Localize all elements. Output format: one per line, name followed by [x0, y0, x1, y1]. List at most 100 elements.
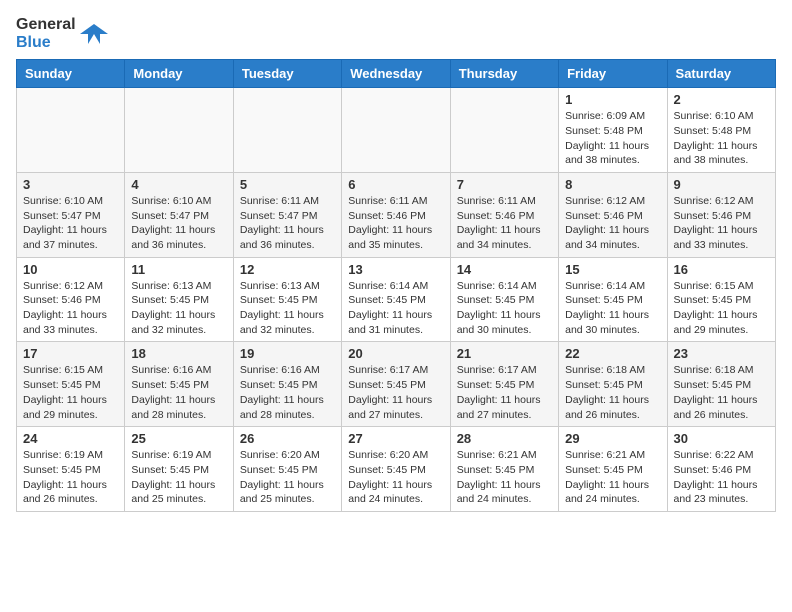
day-info: Sunrise: 6:21 AM Sunset: 5:45 PM Dayligh…: [565, 448, 660, 507]
day-number: 13: [348, 262, 443, 277]
calendar-day-cell: 27 Sunrise: 6:20 AM Sunset: 5:45 PM Dayli…: [342, 427, 450, 512]
calendar-day-cell: 1 Sunrise: 6:09 AM Sunset: 5:48 PM Daylig…: [559, 88, 667, 173]
day-number: 24: [23, 431, 118, 446]
day-number: 27: [348, 431, 443, 446]
day-of-week-header: Monday: [125, 60, 233, 88]
day-info: Sunrise: 6:14 AM Sunset: 5:45 PM Dayligh…: [565, 279, 660, 338]
calendar-day-cell: 16 Sunrise: 6:15 AM Sunset: 5:45 PM Dayli…: [667, 257, 775, 342]
day-of-week-header: Sunday: [17, 60, 125, 88]
calendar-day-cell: 24 Sunrise: 6:19 AM Sunset: 5:45 PM Dayli…: [17, 427, 125, 512]
day-info: Sunrise: 6:19 AM Sunset: 5:45 PM Dayligh…: [131, 448, 226, 507]
logo-bird-icon: [80, 20, 108, 48]
calendar-day-cell: 19Sunrise: 6:16 AM Sunset: 5:45 PM Dayli…: [233, 342, 341, 427]
day-info: Sunrise: 6:13 AM Sunset: 5:45 PM Dayligh…: [240, 279, 335, 338]
day-number: 9: [674, 177, 769, 192]
day-info: Sunrise: 6:12 AM Sunset: 5:46 PM Dayligh…: [565, 194, 660, 253]
day-info: Sunrise: 6:22 AM Sunset: 5:46 PM Dayligh…: [674, 448, 769, 507]
day-number: 10: [23, 262, 118, 277]
calendar-day-cell: 28 Sunrise: 6:21 AM Sunset: 5:45 PM Dayli…: [450, 427, 558, 512]
calendar-day-cell: 5 Sunrise: 6:11 AM Sunset: 5:47 PM Daylig…: [233, 172, 341, 257]
day-number: 2: [674, 92, 769, 107]
day-number: 3: [23, 177, 118, 192]
calendar-day-cell: 18Sunrise: 6:16 AM Sunset: 5:45 PM Dayli…: [125, 342, 233, 427]
day-info: Sunrise: 6:20 AM Sunset: 5:45 PM Dayligh…: [240, 448, 335, 507]
calendar-day-cell: 3 Sunrise: 6:10 AM Sunset: 5:47 PM Daylig…: [17, 172, 125, 257]
day-number: 22: [565, 346, 660, 361]
calendar-day-cell: 21 Sunrise: 6:17 AM Sunset: 5:45 PM Dayli…: [450, 342, 558, 427]
day-info: Sunrise: 6:18 AM Sunset: 5:45 PM Dayligh…: [565, 363, 660, 422]
calendar-day-cell: 12 Sunrise: 6:13 AM Sunset: 5:45 PM Dayli…: [233, 257, 341, 342]
calendar-day-cell: 14 Sunrise: 6:14 AM Sunset: 5:45 PM Dayli…: [450, 257, 558, 342]
day-info: Sunrise: 6:19 AM Sunset: 5:45 PM Dayligh…: [23, 448, 118, 507]
calendar-day-cell: 26 Sunrise: 6:20 AM Sunset: 5:45 PM Dayli…: [233, 427, 341, 512]
day-of-week-header: Wednesday: [342, 60, 450, 88]
calendar-day-cell: 17 Sunrise: 6:15 AM Sunset: 5:45 PM Dayli…: [17, 342, 125, 427]
day-number: 25: [131, 431, 226, 446]
day-info: Sunrise: 6:11 AM Sunset: 5:47 PM Dayligh…: [240, 194, 335, 253]
day-number: 30: [674, 431, 769, 446]
calendar-week-row: 10Sunrise: 6:12 AM Sunset: 5:46 PM Dayli…: [17, 257, 776, 342]
day-number: 18: [131, 346, 226, 361]
day-number: 1: [565, 92, 660, 107]
day-number: 11: [131, 262, 226, 277]
day-of-week-header: Saturday: [667, 60, 775, 88]
calendar-day-cell: 23Sunrise: 6:18 AM Sunset: 5:45 PM Dayli…: [667, 342, 775, 427]
calendar-day-cell: 8 Sunrise: 6:12 AM Sunset: 5:46 PM Daylig…: [559, 172, 667, 257]
day-info: Sunrise: 6:10 AM Sunset: 5:47 PM Dayligh…: [131, 194, 226, 253]
day-info: Sunrise: 6:20 AM Sunset: 5:45 PM Dayligh…: [348, 448, 443, 507]
day-number: 29: [565, 431, 660, 446]
day-number: 14: [457, 262, 552, 277]
calendar-day-cell: 11 Sunrise: 6:13 AM Sunset: 5:45 PM Dayli…: [125, 257, 233, 342]
calendar-table: SundayMondayTuesdayWednesdayThursdayFrid…: [16, 59, 776, 512]
day-info: Sunrise: 6:12 AM Sunset: 5:46 PM Dayligh…: [674, 194, 769, 253]
day-number: 6: [348, 177, 443, 192]
day-of-week-header: Thursday: [450, 60, 558, 88]
calendar-week-row: 1 Sunrise: 6:09 AM Sunset: 5:48 PM Daylig…: [17, 88, 776, 173]
day-info: Sunrise: 6:09 AM Sunset: 5:48 PM Dayligh…: [565, 109, 660, 168]
calendar-week-row: 24 Sunrise: 6:19 AM Sunset: 5:45 PM Dayli…: [17, 427, 776, 512]
calendar-day-cell: [342, 88, 450, 173]
calendar-day-cell: 9 Sunrise: 6:12 AM Sunset: 5:46 PM Daylig…: [667, 172, 775, 257]
logo-general: General: [16, 16, 76, 33]
calendar-day-cell: [17, 88, 125, 173]
calendar-day-cell: 30 Sunrise: 6:22 AM Sunset: 5:46 PM Dayli…: [667, 427, 775, 512]
day-number: 28: [457, 431, 552, 446]
day-info: Sunrise: 6:17 AM Sunset: 5:45 PM Dayligh…: [348, 363, 443, 422]
calendar-day-cell: 25 Sunrise: 6:19 AM Sunset: 5:45 PM Dayli…: [125, 427, 233, 512]
calendar-day-cell: 15Sunrise: 6:14 AM Sunset: 5:45 PM Dayli…: [559, 257, 667, 342]
day-info: Sunrise: 6:15 AM Sunset: 5:45 PM Dayligh…: [674, 279, 769, 338]
day-info: Sunrise: 6:11 AM Sunset: 5:46 PM Dayligh…: [348, 194, 443, 253]
day-info: Sunrise: 6:10 AM Sunset: 5:47 PM Dayligh…: [23, 194, 118, 253]
day-info: Sunrise: 6:18 AM Sunset: 5:45 PM Dayligh…: [674, 363, 769, 422]
calendar-day-cell: [125, 88, 233, 173]
day-info: Sunrise: 6:16 AM Sunset: 5:45 PM Dayligh…: [240, 363, 335, 422]
calendar-day-cell: 6 Sunrise: 6:11 AM Sunset: 5:46 PM Daylig…: [342, 172, 450, 257]
day-info: Sunrise: 6:21 AM Sunset: 5:45 PM Dayligh…: [457, 448, 552, 507]
day-number: 21: [457, 346, 552, 361]
day-number: 4: [131, 177, 226, 192]
day-number: 26: [240, 431, 335, 446]
calendar-day-cell: 2 Sunrise: 6:10 AM Sunset: 5:48 PM Daylig…: [667, 88, 775, 173]
day-info: Sunrise: 6:15 AM Sunset: 5:45 PM Dayligh…: [23, 363, 118, 422]
calendar-day-cell: 13Sunrise: 6:14 AM Sunset: 5:45 PM Dayli…: [342, 257, 450, 342]
day-info: Sunrise: 6:11 AM Sunset: 5:46 PM Dayligh…: [457, 194, 552, 253]
day-number: 17: [23, 346, 118, 361]
day-info: Sunrise: 6:14 AM Sunset: 5:45 PM Dayligh…: [457, 279, 552, 338]
day-number: 7: [457, 177, 552, 192]
day-number: 16: [674, 262, 769, 277]
calendar-day-cell: [450, 88, 558, 173]
day-number: 12: [240, 262, 335, 277]
day-of-week-header: Friday: [559, 60, 667, 88]
logo: General Blue: [16, 16, 108, 51]
calendar-week-row: 3 Sunrise: 6:10 AM Sunset: 5:47 PM Daylig…: [17, 172, 776, 257]
calendar-day-cell: 20Sunrise: 6:17 AM Sunset: 5:45 PM Dayli…: [342, 342, 450, 427]
day-number: 8: [565, 177, 660, 192]
day-number: 5: [240, 177, 335, 192]
calendar-week-row: 17 Sunrise: 6:15 AM Sunset: 5:45 PM Dayli…: [17, 342, 776, 427]
day-info: Sunrise: 6:17 AM Sunset: 5:45 PM Dayligh…: [457, 363, 552, 422]
calendar-day-cell: [233, 88, 341, 173]
logo-blue: Blue: [16, 34, 51, 51]
day-info: Sunrise: 6:10 AM Sunset: 5:48 PM Dayligh…: [674, 109, 769, 168]
day-of-week-header: Tuesday: [233, 60, 341, 88]
day-info: Sunrise: 6:13 AM Sunset: 5:45 PM Dayligh…: [131, 279, 226, 338]
